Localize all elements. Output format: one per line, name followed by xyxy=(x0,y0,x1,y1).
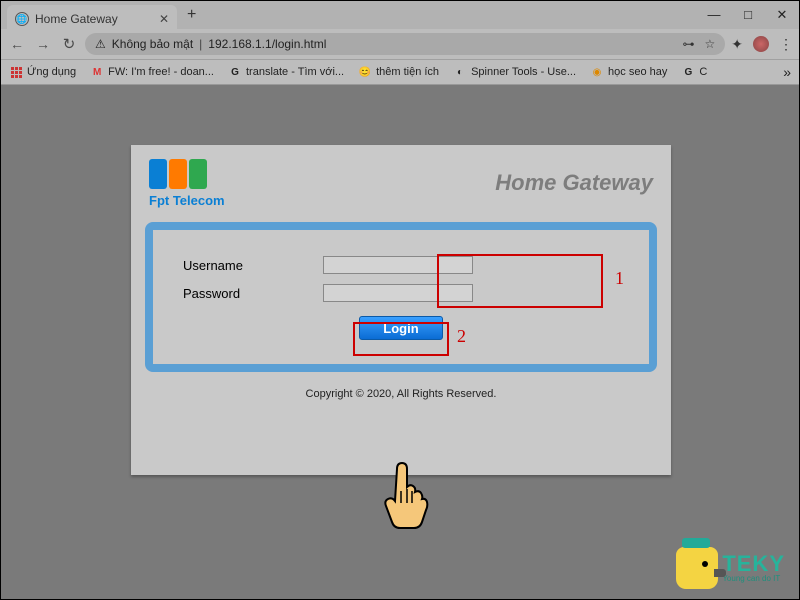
google-icon: G xyxy=(228,65,242,79)
seo-icon: ◉ xyxy=(590,65,604,79)
password-row: Password xyxy=(183,284,619,302)
window-maximize-button[interactable]: □ xyxy=(731,7,765,23)
fpt-logo: Fpt Telecom xyxy=(149,157,225,208)
page-title: Home Gateway xyxy=(495,170,653,196)
bookmark-item[interactable]: M FW: I'm free! - doan... xyxy=(90,65,214,79)
annotation-number-2: 2 xyxy=(457,326,466,347)
username-input[interactable] xyxy=(323,256,473,274)
address-bar[interactable]: ⚠ Không bảo mật | 192.168.1.1/login.html… xyxy=(85,33,725,55)
tab-title: Home Gateway xyxy=(35,12,118,26)
reload-button[interactable]: ↻ xyxy=(59,35,79,53)
globe-icon: 🌐 xyxy=(15,12,29,26)
bookmark-label: học seo hay xyxy=(608,66,667,78)
bookmarks-overflow-icon[interactable]: » xyxy=(783,64,791,80)
browser-menu-icon[interactable]: ⋮ xyxy=(779,36,793,53)
smiley-icon: 😊 xyxy=(358,65,372,79)
teky-brand: TEKY xyxy=(722,553,785,575)
bookmarks-bar: Ứng dụng M FW: I'm free! - doan... G tra… xyxy=(1,59,799,85)
bookmark-label: Spinner Tools - Use... xyxy=(471,66,576,78)
login-panel: Fpt Telecom Home Gateway Username Passwo… xyxy=(131,145,671,475)
profile-avatar-icon[interactable] xyxy=(753,36,769,52)
page-viewport: Fpt Telecom Home Gateway Username Passwo… xyxy=(1,85,799,599)
window-minimize-button[interactable]: — xyxy=(697,7,731,23)
panel-header: Fpt Telecom Home Gateway xyxy=(131,145,671,216)
apps-label: Ứng dụng xyxy=(27,66,76,78)
bookmark-item[interactable]: G translate - Tìm với... xyxy=(228,65,344,79)
bookmark-item[interactable]: 😊 thêm tiện ích xyxy=(358,65,439,79)
insecure-label: Không bảo mật xyxy=(112,37,193,51)
url-text: 192.168.1.1/login.html xyxy=(208,37,326,51)
apps-grid-icon xyxy=(9,65,23,79)
back-button[interactable]: ← xyxy=(7,36,27,52)
bookmark-label: thêm tiện ích xyxy=(376,66,439,78)
username-label: Username xyxy=(183,258,323,273)
browser-titlebar: 🌐 Home Gateway ✕ + — □ ✕ xyxy=(1,1,799,29)
fpt-logo-text: Fpt Telecom xyxy=(149,193,225,208)
apps-button[interactable]: Ứng dụng xyxy=(9,65,76,79)
tab-close-icon[interactable]: ✕ xyxy=(159,12,169,26)
copyright-text: Copyright © 2020, All Rights Reserved. xyxy=(131,388,671,400)
password-input[interactable] xyxy=(323,284,473,302)
bookmark-item[interactable]: ◉ học seo hay xyxy=(590,65,667,79)
google-icon: G xyxy=(681,65,695,79)
bookmark-label: translate - Tìm với... xyxy=(246,66,344,78)
browser-toolbar: ← → ↻ ⚠ Không bảo mật | 192.168.1.1/logi… xyxy=(1,29,799,59)
annotation-number-1: 1 xyxy=(615,268,624,289)
bookmark-label: C xyxy=(699,66,707,78)
password-label: Password xyxy=(183,286,323,301)
insecure-icon: ⚠ xyxy=(95,37,106,51)
new-tab-button[interactable]: + xyxy=(187,6,196,24)
gmail-icon: M xyxy=(90,65,104,79)
saved-password-icon[interactable]: ⊶ xyxy=(683,37,695,51)
teky-tagline: Young can do IT xyxy=(722,575,785,583)
spinner-icon: ◐ xyxy=(453,65,467,79)
login-box: Username Password Login 1 2 xyxy=(145,222,657,372)
extensions-icon[interactable]: ✦ xyxy=(731,36,743,53)
login-button[interactable]: Login xyxy=(359,316,443,340)
bookmark-star-icon[interactable]: ☆ xyxy=(705,37,716,51)
bookmark-item[interactable]: G C xyxy=(681,65,707,79)
teky-duck-icon xyxy=(676,547,718,589)
username-row: Username xyxy=(183,256,619,274)
window-close-button[interactable]: ✕ xyxy=(765,7,799,23)
window-controls: — □ ✕ xyxy=(697,7,799,23)
bookmark-label: FW: I'm free! - doan... xyxy=(108,66,214,78)
forward-button[interactable]: → xyxy=(33,36,53,52)
bookmark-item[interactable]: ◐ Spinner Tools - Use... xyxy=(453,65,576,79)
fpt-logo-blocks-icon xyxy=(149,157,225,189)
teky-watermark: TEKY Young can do IT xyxy=(676,547,785,589)
browser-tab[interactable]: 🌐 Home Gateway ✕ xyxy=(7,5,177,29)
